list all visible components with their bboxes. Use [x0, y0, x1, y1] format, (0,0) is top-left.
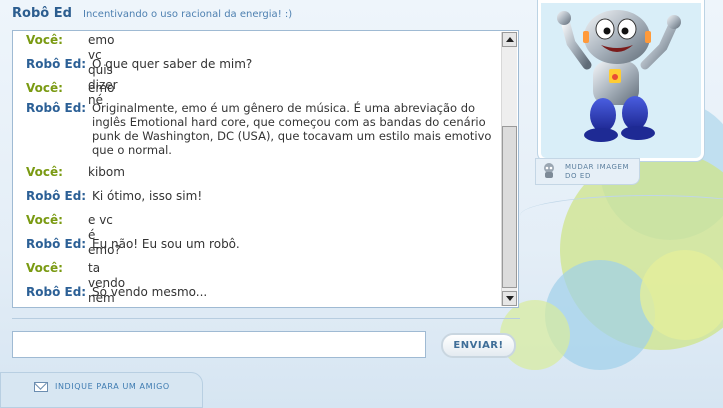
- robo-ed-chat-window: Robô Ed Incentivando o uso racional da e…: [0, 0, 723, 408]
- robot-mascot-icon: [557, 10, 681, 142]
- message-text: Originalmente, emo é um gênero de música…: [92, 101, 492, 157]
- speaker-robot: Robô Ed:: [26, 189, 87, 203]
- message-text: emo: [88, 81, 115, 95]
- message-text: O que quer saber de mim?: [92, 57, 253, 71]
- speaker-robot: Robô Ed:: [26, 101, 87, 115]
- app-subtitle: Incentivando o uso racional da energia! …: [83, 9, 293, 20]
- speaker-robot: Robô Ed:: [26, 57, 87, 71]
- speaker-user: Você:: [26, 33, 63, 47]
- footer-tab: INDIQUE PARA UM AMIGO: [0, 372, 203, 408]
- chat-scrollbar[interactable]: [501, 32, 517, 306]
- scroll-thumb[interactable]: [502, 126, 517, 288]
- message-input[interactable]: [12, 331, 426, 358]
- change-image-button[interactable]: MUDAR IMAGEM DO ED: [535, 158, 640, 185]
- scroll-down-button[interactable]: [502, 291, 517, 306]
- decor-curve: [520, 195, 723, 236]
- speaker-robot: Robô Ed:: [26, 237, 87, 251]
- speaker-user: Você:: [26, 261, 63, 275]
- invite-friend-link[interactable]: INDIQUE PARA UM AMIGO: [55, 382, 170, 391]
- message-text: kibom: [88, 165, 125, 179]
- change-image-line1: MUDAR IMAGEM: [565, 163, 630, 171]
- message-text: Ki ótimo, isso sim!: [92, 189, 203, 203]
- app-title: Robô Ed: [12, 6, 72, 21]
- message-text: Eu não! Eu sou um robô.: [92, 237, 240, 251]
- chat-log[interactable]: Você: emo vc quis dizer né Robô Ed: O qu…: [12, 30, 519, 308]
- divider: [12, 318, 520, 319]
- robot-mini-icon: [544, 163, 554, 178]
- mail-icon: [34, 382, 48, 392]
- change-image-line2: DO ED: [565, 172, 591, 180]
- speaker-user: Você:: [26, 213, 63, 227]
- speaker-user: Você:: [26, 81, 63, 95]
- header: Robô Ed Incentivando o uso racional da e…: [0, 0, 528, 30]
- message-text: Só vendo mesmo...: [92, 285, 208, 299]
- robot-image-frame: [538, 0, 704, 161]
- speaker-user: Você:: [26, 165, 63, 179]
- speaker-robot: Robô Ed:: [26, 285, 87, 299]
- scroll-down-arrow-icon: [506, 296, 514, 301]
- decor-circle: [640, 250, 723, 340]
- scroll-up-button[interactable]: [502, 32, 517, 47]
- send-button[interactable]: ENVIAR!: [441, 333, 516, 358]
- change-image-label: MUDAR IMAGEM DO ED: [565, 163, 629, 181]
- scroll-up-arrow-icon: [506, 37, 514, 42]
